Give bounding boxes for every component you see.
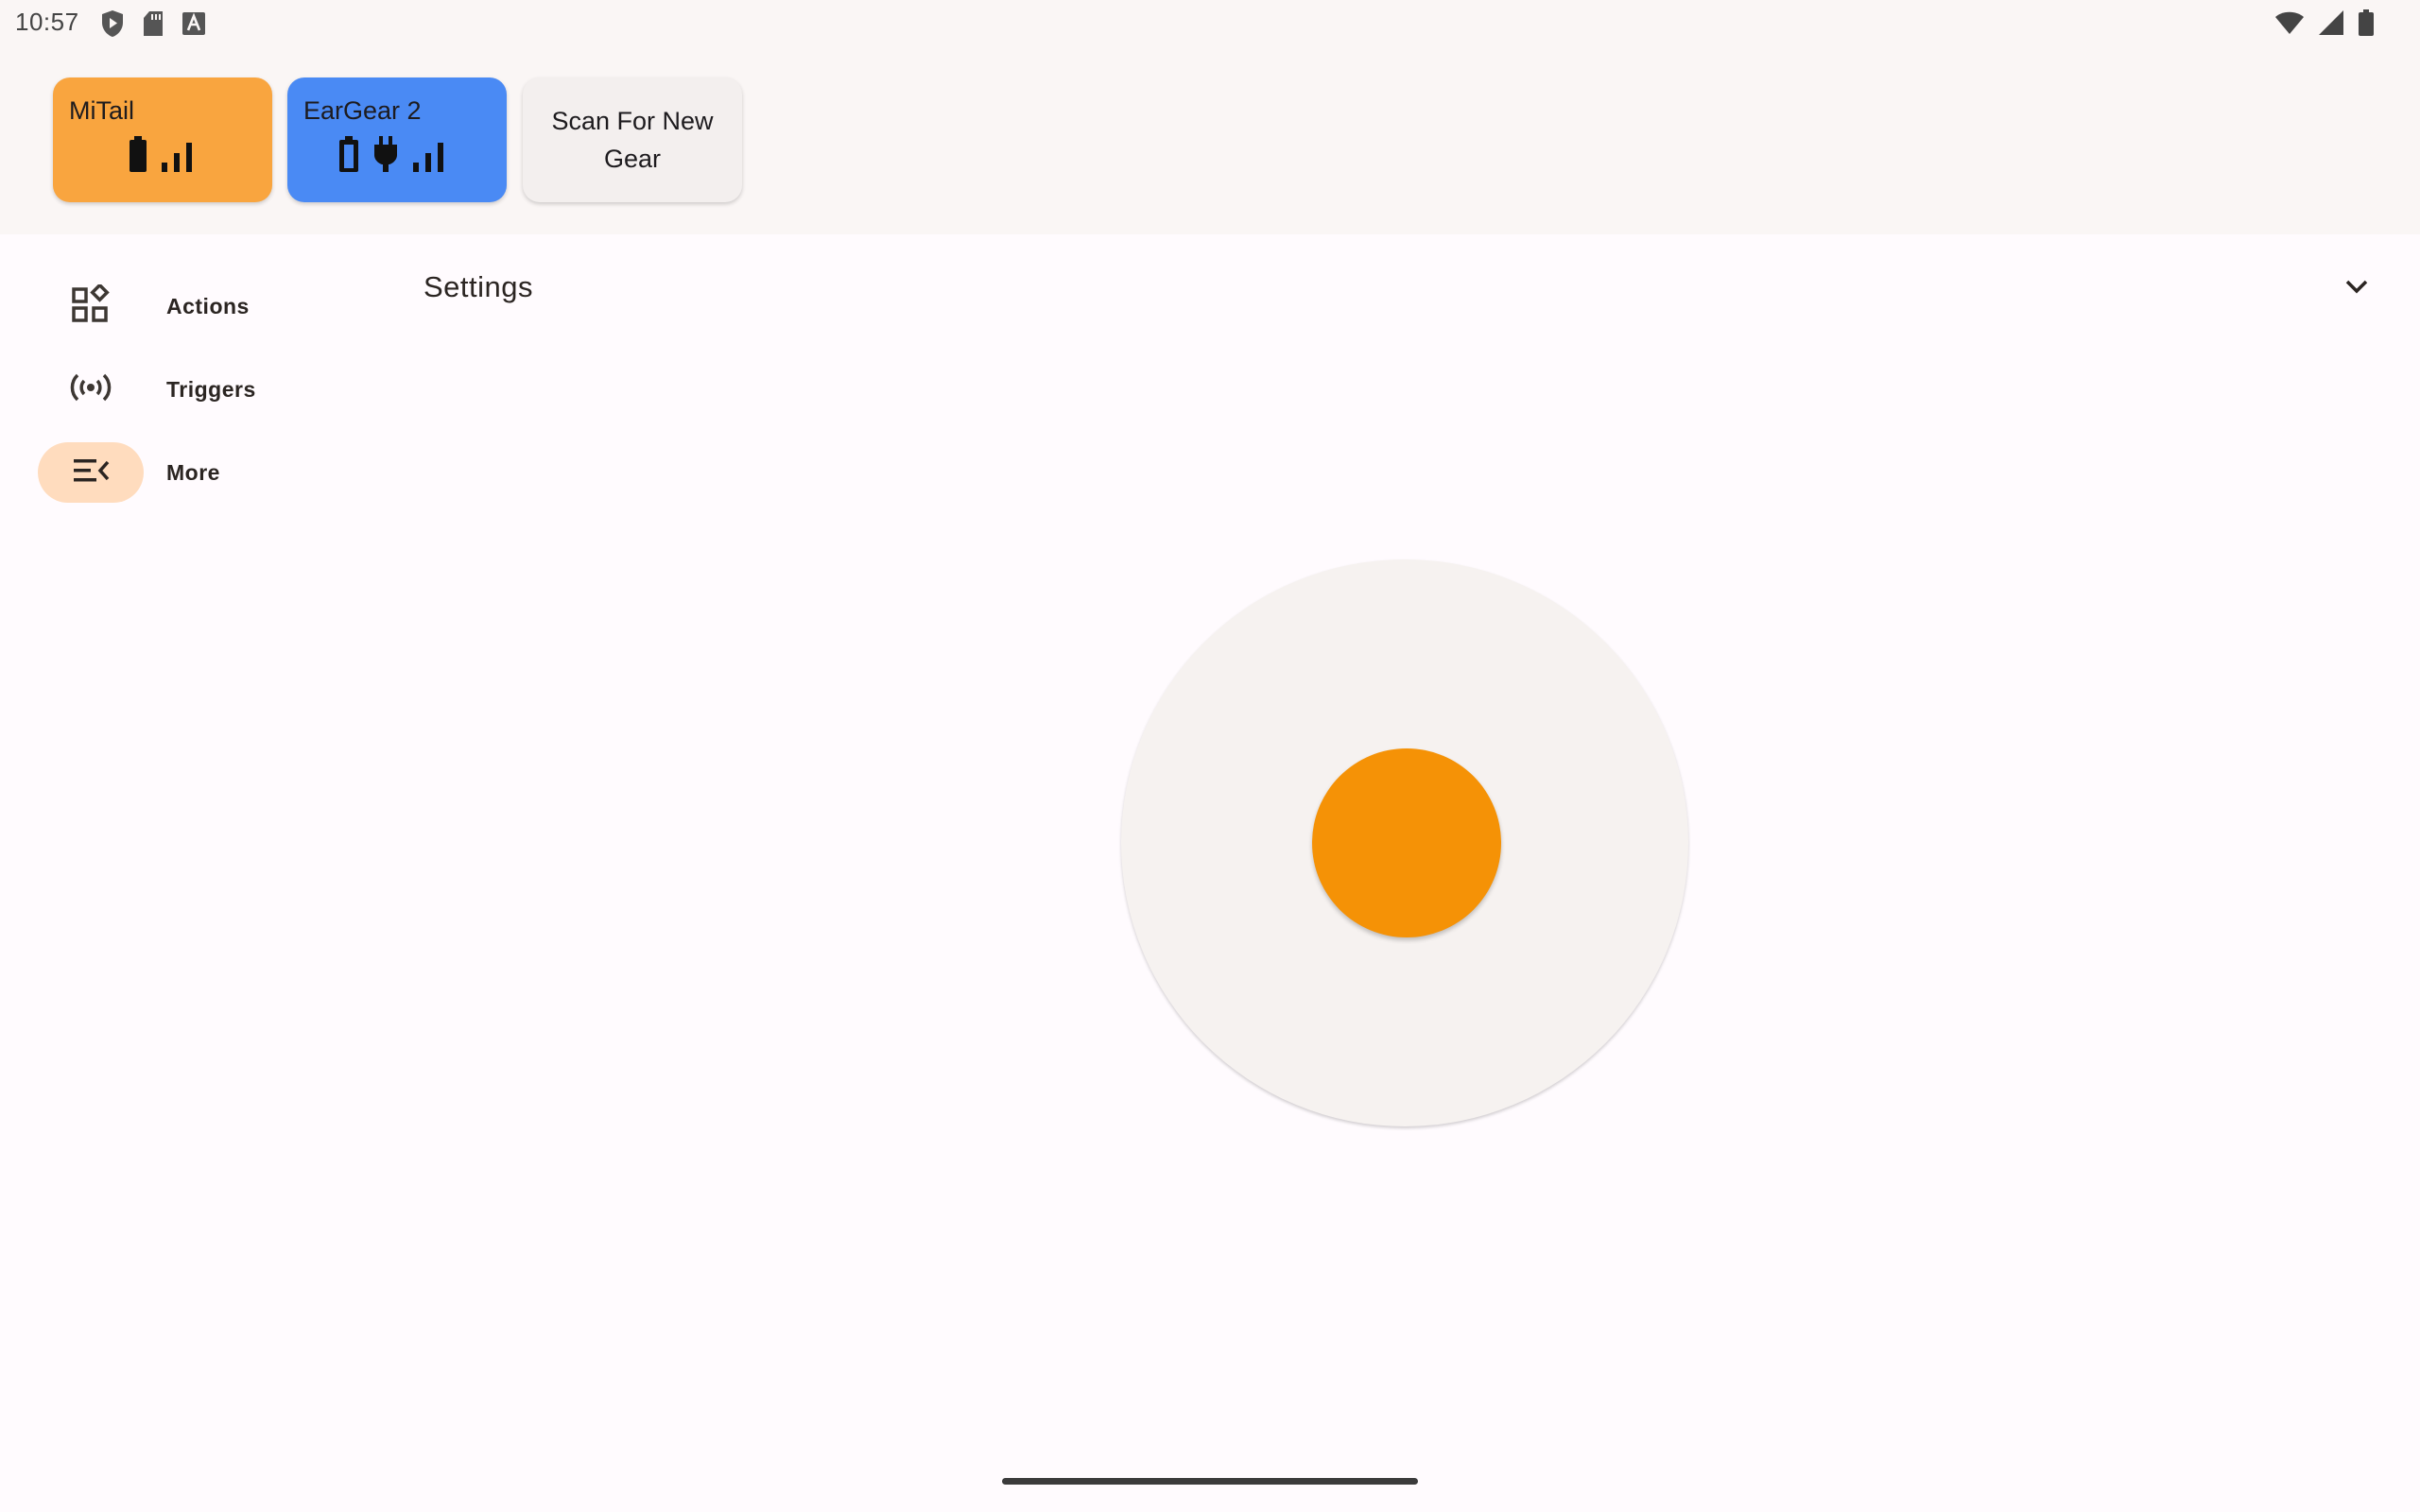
widgets-icon: [71, 282, 111, 329]
cell-signal-icon: [2318, 9, 2344, 41]
home-indicator[interactable]: [1002, 1478, 1418, 1485]
nav-item-triggers[interactable]: Triggers: [38, 359, 359, 420]
scan-button-label: Scan For New Gear: [551, 107, 714, 173]
shield-play-icon: [100, 9, 125, 43]
status-time: 10:57: [15, 8, 79, 36]
nav-item-more[interactable]: More: [38, 442, 359, 503]
joystick-knob[interactable]: [1312, 748, 1501, 937]
signal-bars-icon: [412, 142, 444, 177]
battery-icon: [129, 136, 147, 177]
signal-bars-icon: [161, 142, 193, 177]
nav-item-actions[interactable]: Actions: [38, 276, 359, 336]
menu-open-icon: [72, 457, 110, 489]
status-icons-right: [2274, 9, 2375, 41]
charging-plug-icon: [372, 136, 399, 177]
gear-card-eargear-2[interactable]: EarGear 2: [287, 77, 507, 202]
gear-name: EarGear 2: [303, 96, 422, 125]
sensors-icon: [70, 372, 112, 407]
gear-status-icons: [338, 136, 444, 177]
gear-card-mitail[interactable]: MiTail: [53, 77, 272, 202]
scan-for-new-gear-button[interactable]: Scan For New Gear: [523, 77, 742, 202]
font-a-icon: [182, 11, 206, 41]
settings-expander[interactable]: Settings: [424, 257, 2371, 318]
nav-icon-container: [38, 276, 144, 336]
sd-card-icon: [142, 10, 164, 42]
joystick-pad[interactable]: [1121, 559, 1688, 1126]
nav-item-label: More: [166, 459, 220, 485]
status-bar: 10:57: [0, 0, 2420, 47]
chevron-down-icon[interactable]: [2342, 272, 2371, 305]
battery-icon: [338, 136, 359, 177]
gear-status-icons: [129, 136, 193, 177]
gear-name: MiTail: [69, 96, 135, 125]
nav-icon-container: [38, 442, 144, 503]
nav-icon-container: [38, 359, 144, 420]
battery-icon: [2358, 9, 2375, 41]
wifi-icon: [2274, 10, 2305, 40]
status-icons-left: [100, 9, 206, 43]
nav-item-label: Actions: [166, 293, 250, 318]
section-title: Settings: [424, 270, 534, 303]
nav-item-label: Triggers: [166, 376, 256, 402]
